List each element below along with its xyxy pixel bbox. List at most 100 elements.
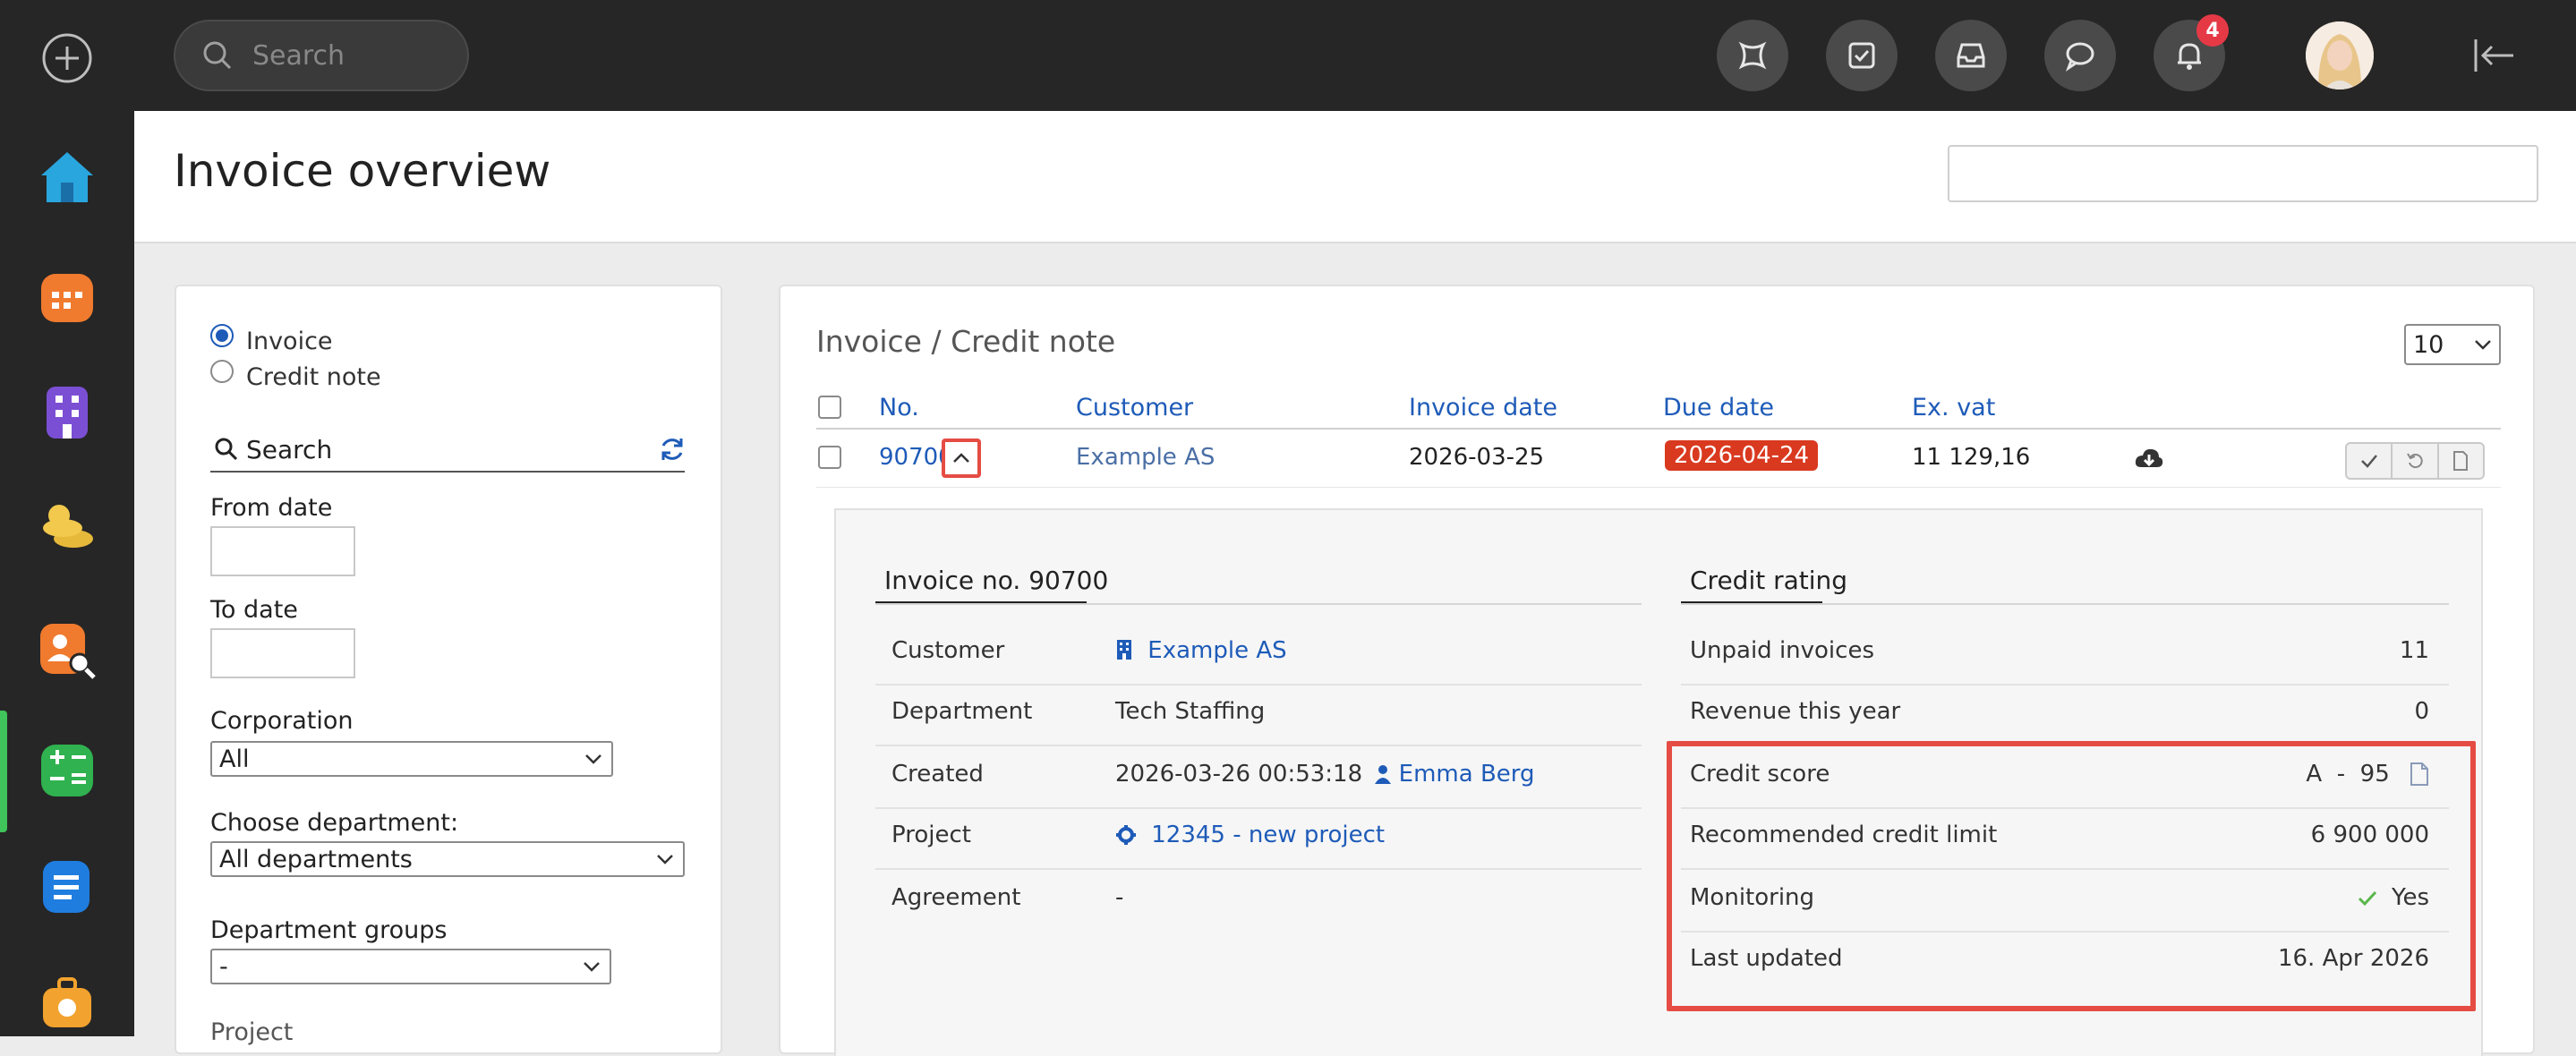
credit-unpaid-value: 11 bbox=[2399, 637, 2429, 664]
invoice-details-title: Invoice no. 90700 bbox=[884, 566, 1109, 595]
puzzle-icon bbox=[1738, 41, 1767, 70]
created-by-user[interactable]: Emma Berg bbox=[1399, 761, 1535, 788]
credit-unpaid-label: Unpaid invoices bbox=[1690, 637, 1874, 664]
chevron-down-icon bbox=[2475, 340, 2491, 350]
refresh-icon[interactable] bbox=[658, 435, 687, 467]
chat-icon bbox=[2065, 42, 2094, 72]
project-label: Project bbox=[210, 1018, 294, 1046]
corporation-label: Corporation bbox=[210, 707, 354, 735]
row-checkbox[interactable] bbox=[818, 446, 841, 469]
cloud-download-icon[interactable] bbox=[2134, 446, 2164, 474]
add-icon[interactable] bbox=[34, 25, 100, 91]
corporation-select[interactable]: All bbox=[210, 741, 613, 777]
detail-customer-link[interactable]: Example AS bbox=[1115, 637, 1287, 664]
briefcase-clock-icon[interactable] bbox=[34, 970, 100, 1036]
page-size-select[interactable]: 10 bbox=[2404, 324, 2501, 365]
page-size-value: 10 bbox=[2413, 330, 2444, 359]
department-label: Choose department: bbox=[210, 809, 459, 837]
check-icon bbox=[2360, 455, 2377, 468]
coins-icon[interactable] bbox=[34, 496, 100, 562]
collapse-sidebar-icon[interactable] bbox=[2472, 36, 2517, 79]
row-separator bbox=[875, 684, 1642, 686]
pdf-button[interactable] bbox=[2439, 444, 2483, 478]
home-icon[interactable] bbox=[34, 143, 100, 209]
credit-highlight-box bbox=[1667, 741, 2476, 1011]
top-bar: 4 bbox=[134, 0, 2576, 111]
global-search[interactable] bbox=[174, 20, 469, 91]
tasks-button[interactable] bbox=[1826, 20, 1898, 91]
spreadsheet-icon[interactable] bbox=[34, 737, 100, 804]
filter-panel: Invoice Credit note Search From date To … bbox=[175, 285, 722, 1054]
header-search-field[interactable] bbox=[1948, 145, 2538, 202]
page-header: Invoice overview bbox=[134, 111, 2576, 243]
chevron-down-icon bbox=[584, 962, 600, 972]
credit-title-rule bbox=[1681, 603, 2449, 605]
checkbox-icon bbox=[1848, 42, 1875, 69]
department-groups-label: Department groups bbox=[210, 916, 448, 944]
column-customer[interactable]: Customer bbox=[1076, 394, 1193, 422]
app-rail bbox=[0, 0, 134, 1036]
row-separator bbox=[1681, 684, 2449, 686]
radio-credit-note-label: Credit note bbox=[246, 363, 381, 391]
panel-title: Invoice / Credit note bbox=[816, 324, 1116, 359]
invoice-title-rule bbox=[875, 603, 1642, 605]
undo-button[interactable] bbox=[2393, 444, 2439, 478]
search-icon bbox=[214, 437, 239, 465]
corporation-value: All bbox=[219, 745, 250, 773]
detail-agreement-label: Agreement bbox=[891, 884, 1021, 911]
filter-search-label: Search bbox=[246, 435, 333, 464]
inbox-button[interactable] bbox=[1935, 20, 2007, 91]
calendar-icon[interactable] bbox=[34, 263, 100, 329]
avatar[interactable] bbox=[2306, 21, 2374, 89]
chevron-down-icon bbox=[657, 855, 673, 864]
department-groups-select[interactable]: - bbox=[210, 949, 611, 984]
from-date-label: From date bbox=[210, 494, 333, 522]
search-input[interactable] bbox=[251, 38, 448, 72]
chevron-down-icon bbox=[585, 754, 601, 764]
puzzle-button[interactable] bbox=[1717, 20, 1788, 91]
inbox-icon bbox=[1957, 43, 1985, 68]
due-date-badge: 2026-04-24 bbox=[1665, 440, 1819, 471]
column-no[interactable]: No. bbox=[879, 394, 919, 422]
created-timestamp: 2026-03-26 00:53:18 bbox=[1115, 761, 1363, 788]
detail-customer-label: Customer bbox=[891, 637, 1005, 664]
select-all-checkbox[interactable] bbox=[818, 396, 841, 419]
detail-customer-value: Example AS bbox=[1147, 637, 1287, 664]
detail-project-value: 12345 - new project bbox=[1151, 822, 1386, 848]
department-select[interactable]: All departments bbox=[210, 841, 685, 877]
undo-icon bbox=[2407, 453, 2423, 469]
department-value: All departments bbox=[219, 845, 413, 873]
row-customer[interactable]: Example AS bbox=[1076, 444, 1215, 471]
invoice-list-panel: Invoice / Credit note 10 No. Customer In… bbox=[779, 285, 2535, 1056]
detail-project-link[interactable]: 12345 - new project bbox=[1115, 822, 1385, 848]
person-search-icon[interactable] bbox=[34, 617, 100, 684]
header-divider bbox=[816, 428, 2501, 430]
column-due-date[interactable]: Due date bbox=[1663, 394, 1774, 422]
column-invoice-date[interactable]: Invoice date bbox=[1409, 394, 1557, 422]
column-ex-vat[interactable]: Ex. vat bbox=[1912, 394, 1995, 422]
row-invoice-date: 2026-03-25 bbox=[1409, 444, 1545, 471]
detail-project-label: Project bbox=[891, 822, 971, 848]
approve-button[interactable] bbox=[2347, 444, 2393, 478]
building-icon bbox=[1117, 640, 1131, 660]
detail-created-value: 2026-03-26 00:53:18 Emma Berg bbox=[1115, 761, 1535, 788]
radio-invoice[interactable] bbox=[210, 324, 234, 347]
to-date-label: To date bbox=[210, 596, 298, 624]
detail-created-label: Created bbox=[891, 761, 984, 788]
row-separator bbox=[875, 745, 1642, 746]
chat-button[interactable] bbox=[2044, 20, 2116, 91]
building-icon[interactable] bbox=[34, 379, 100, 446]
row-separator bbox=[875, 807, 1642, 809]
detail-agreement-value: - bbox=[1115, 884, 1124, 911]
row-actions bbox=[2345, 442, 2485, 480]
search-underline bbox=[210, 471, 685, 473]
to-date-input[interactable] bbox=[210, 628, 355, 678]
detail-department-label: Department bbox=[891, 698, 1033, 725]
credit-revenue-value: 0 bbox=[2414, 698, 2429, 725]
expand-row-button[interactable] bbox=[942, 439, 981, 478]
document-icon[interactable] bbox=[34, 854, 100, 920]
radio-credit-note[interactable] bbox=[210, 360, 234, 383]
page-title: Invoice overview bbox=[174, 145, 551, 197]
detail-department-value: Tech Staffing bbox=[1115, 698, 1266, 725]
from-date-input[interactable] bbox=[210, 526, 355, 576]
